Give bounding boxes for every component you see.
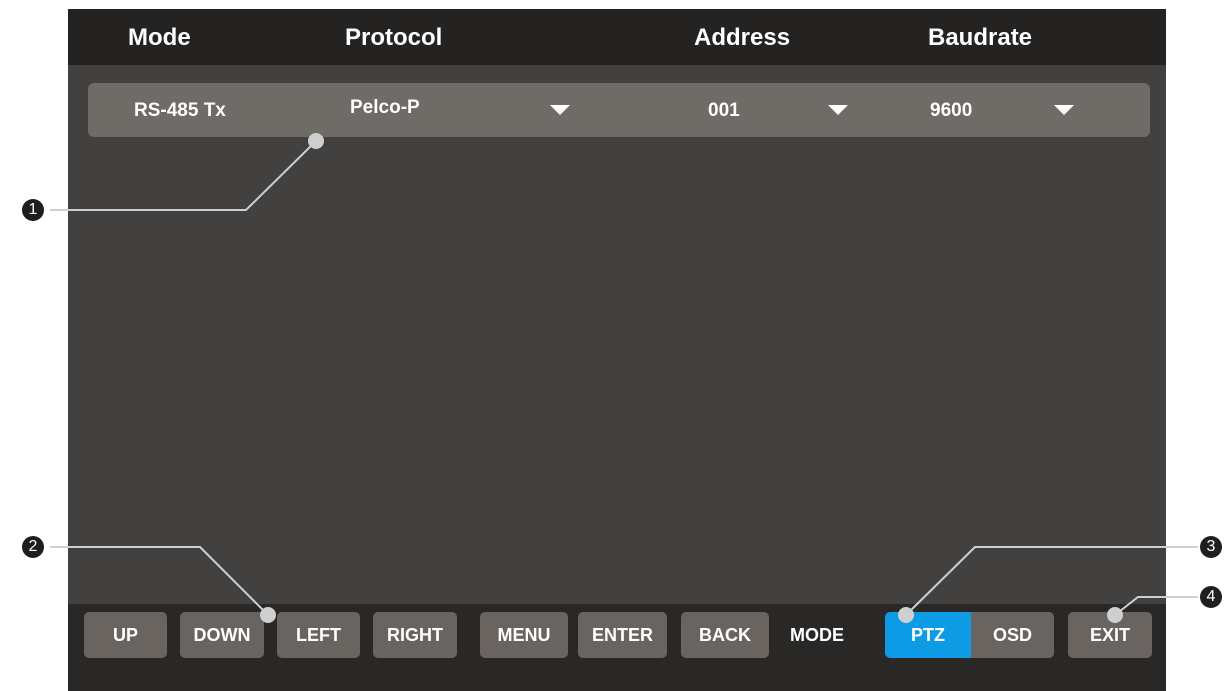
callout-line-3 xyxy=(905,546,1198,616)
callout-line-2 xyxy=(50,546,269,616)
callout-marker-1: 1 xyxy=(22,199,44,221)
callout-dot-2 xyxy=(260,607,276,623)
callout-dot-3 xyxy=(898,607,914,623)
callout-marker-3: 3 xyxy=(1200,536,1222,558)
callout-marker-4: 4 xyxy=(1200,586,1222,608)
callout-dot-4 xyxy=(1107,607,1123,623)
callout-dot-1 xyxy=(308,133,324,149)
callout-line-1 xyxy=(50,140,317,211)
callout-lines xyxy=(50,133,1198,623)
callout-marker-2: 2 xyxy=(22,536,44,558)
callout-line-4 xyxy=(1114,596,1198,616)
